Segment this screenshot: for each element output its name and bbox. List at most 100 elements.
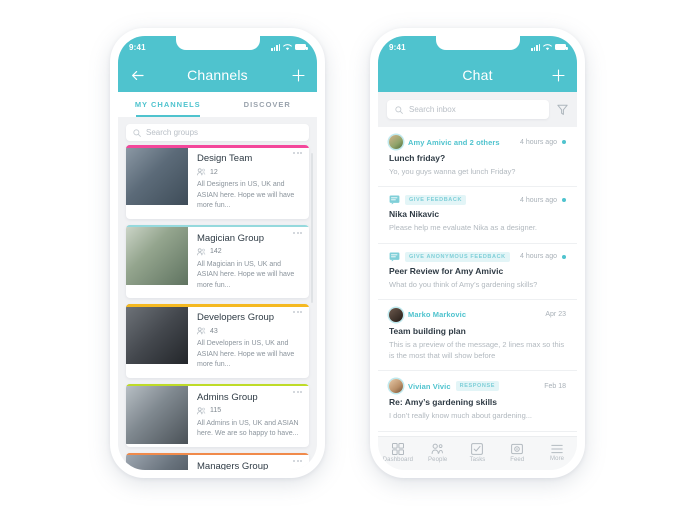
chat-list-item[interactable]: Vivian Vivic RESPONSE Feb 18 Re: Amy’s gard…	[378, 371, 577, 432]
channel-title: Developers Group	[197, 312, 275, 323]
chat-timestamp: 4 hours ago	[520, 138, 557, 146]
chat-list-item[interactable]: Marko Markovic Apr 23 Team building plan Th…	[378, 300, 577, 372]
chat-item-header: Marko Markovic Apr 23	[389, 307, 566, 322]
channel-thumbnail	[126, 304, 188, 364]
back-arrow-icon[interactable]	[129, 67, 145, 83]
channel-card-list: Design Team 12 All Designers in US, UK and…	[118, 145, 317, 470]
more-dots-icon[interactable]	[293, 152, 302, 154]
chat-item-header: Amy Amivic and 2 others 4 hours ago	[389, 135, 566, 149]
search-input[interactable]: Search groups	[126, 124, 309, 141]
chat-timestamp: Feb 18	[544, 382, 566, 390]
more-dots-icon[interactable]	[293, 390, 302, 393]
chat-list-item[interactable]: GIVE FEEDBACK 4 hours ago Nika Nikavic Plea…	[378, 187, 577, 244]
channel-description: All Developers in US, UK and ASIAN here.…	[197, 340, 295, 368]
chat-screen: 9:41 Chat Search inbox Amy Amivic and 2 …	[378, 36, 577, 470]
channel-member-count: 43	[197, 327, 300, 335]
tab-my-channels[interactable]: MY CHANNELS	[118, 92, 218, 117]
tabbar-item-people[interactable]: People	[420, 443, 456, 463]
channel-card-body: Design Team 12 All Designers in US, UK and…	[188, 145, 309, 219]
chat-list-item[interactable]: GIVE ANONYMOUS FEEDBACK 4 hours ago Peer R…	[378, 244, 577, 300]
avatar	[389, 379, 403, 394]
status-bar: 9:41	[378, 36, 577, 58]
channel-description: All Admins in US, UK and ASIAN here. We …	[197, 419, 299, 438]
channel-title: Magician Group	[197, 232, 265, 244]
status-badge: GIVE ANONYMOUS FEEDBACK	[405, 251, 510, 262]
channel-card[interactable]: Managers Group67All Managers in US, UK a…	[126, 452, 309, 471]
chat-list-item[interactable]: Amy Amivic and 2 others 4 hours ago Lunch …	[378, 127, 577, 188]
phone-notch	[175, 36, 260, 50]
tab-discover[interactable]: DISCOVER	[218, 92, 318, 117]
tabbar-item-label: Dashboard	[382, 456, 414, 463]
tabbar-item-tasks[interactable]: Tasks	[459, 442, 495, 463]
plus-icon[interactable]	[550, 67, 566, 83]
channel-member-number: 43	[210, 327, 218, 335]
channel-card-body: Admins Group 115 All Admins in US, UK and …	[188, 384, 309, 447]
battery-icon	[295, 44, 308, 50]
more-dots-icon[interactable]	[293, 231, 302, 234]
status-bar: 9:41	[118, 36, 317, 58]
more-dots-icon[interactable]	[293, 311, 302, 313]
chat-preview: What do you think of Amy’s gardening ski…	[389, 279, 538, 289]
chat-search-container: Search inbox	[378, 92, 577, 127]
tabbar-item-label: People	[428, 456, 448, 463]
channel-thumbnail	[126, 145, 188, 205]
channel-description: All Designers in US, UK and ASIAN here. …	[197, 181, 295, 209]
status-bar-indicators	[271, 43, 308, 51]
status-badge: RESPONSE	[455, 381, 499, 392]
grid-dashboard-icon	[391, 442, 404, 455]
channel-member-number: 142	[210, 248, 222, 255]
unread-dot	[562, 198, 566, 203]
battery-icon	[555, 44, 568, 50]
hamburger-more-icon	[551, 444, 563, 454]
wifi-icon	[283, 43, 292, 50]
chat-subject: Re: Amy’s gardening skills	[389, 397, 498, 408]
channels-header: Channels	[118, 58, 317, 92]
scrollbar-track[interactable]	[311, 123, 315, 464]
people-icon	[197, 168, 206, 176]
channel-title: Admins Group	[197, 391, 258, 403]
people-icon	[197, 247, 206, 256]
screenshot-stage: 9:41 Channels MY CHANNELS DISCOVER Searc…	[0, 0, 700, 511]
search-groups-placeholder: Search groups	[146, 128, 199, 137]
channels-body: Search groups Design Team 12 All Designers…	[118, 117, 317, 470]
chat-item-list: Amy Amivic and 2 others 4 hours ago Lunch …	[378, 127, 577, 436]
tabbar-item-dashboard[interactable]: Dashboard	[380, 442, 416, 463]
search-inbox-placeholder: Search inbox	[409, 105, 456, 114]
scrollbar-thumb[interactable]	[311, 153, 313, 303]
channel-description: All Magician in US, UK and ASIAN here. H…	[197, 260, 295, 289]
channel-title: Managers Group	[197, 460, 269, 471]
chat-phone-frame: 9:41 Chat Search inbox Amy Amivic and 2 …	[370, 28, 585, 478]
unread-dot	[562, 254, 566, 259]
message-icon	[389, 195, 400, 205]
tabbar-item-label: Feed	[510, 456, 525, 463]
avatar	[389, 307, 403, 322]
channel-card[interactable]: Design Team 12 All Designers in US, UK and…	[126, 145, 309, 219]
chat-preview: I don’t really know much about gardening…	[389, 411, 533, 421]
header-spacer	[389, 67, 405, 83]
tabbar-item-more[interactable]: More	[539, 444, 575, 462]
channel-card[interactable]: Developers Group 43 All Developers in US, …	[126, 304, 309, 378]
search-inbox-input[interactable]: Search inbox	[387, 100, 549, 119]
channel-thumbnail	[126, 452, 188, 470]
status-bar-time: 9:41	[129, 42, 146, 52]
chat-subject: Nika Nikavic	[389, 209, 440, 220]
filter-funnel-icon[interactable]	[557, 104, 568, 116]
message-icon	[389, 252, 400, 261]
people-icon	[431, 443, 444, 455]
channel-card[interactable]: Magician Group 142 All Magician in US, UK …	[126, 224, 309, 299]
page-title: Chat	[462, 67, 493, 83]
more-dots-icon[interactable]	[293, 459, 302, 462]
tabbar-item-label: Tasks	[469, 456, 486, 463]
unread-dot	[562, 140, 566, 144]
channel-card-body: Magician Group 142 All Magician in US, UK …	[188, 225, 309, 299]
tabbar-item-feed[interactable]: Feed	[499, 443, 535, 463]
plus-icon[interactable]	[290, 67, 306, 83]
channel-title: Design Team	[197, 153, 253, 164]
chat-preview: Please help me evaluate Nika as a design…	[389, 223, 538, 233]
avatar	[389, 135, 403, 149]
channel-card[interactable]: Admins Group 115 All Admins in US, UK and …	[126, 383, 309, 447]
chat-sender-name: Marko Markovic	[408, 310, 467, 320]
channel-member-number: 115	[210, 407, 222, 414]
people-icon	[197, 327, 206, 335]
channel-card-body: Developers Group 43 All Developers in US, …	[188, 304, 309, 378]
